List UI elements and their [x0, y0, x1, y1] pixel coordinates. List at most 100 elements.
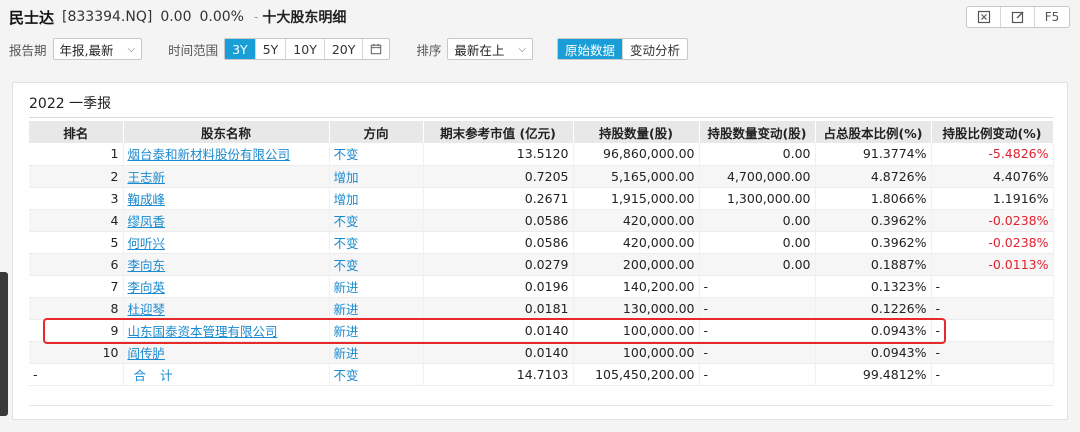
holder-name-link[interactable]: 烟台泰和新材料股份有限公司	[128, 147, 291, 162]
market-value-cell: 0.0140	[423, 341, 574, 364]
ratio-change-cell: -	[931, 275, 1054, 298]
holder-name-cell: 合计	[123, 363, 330, 386]
direction-cell: 增加	[329, 187, 424, 210]
report-period-value: 年报,最新	[59, 42, 114, 58]
holder-name-link[interactable]: 鞠成峰	[128, 192, 166, 207]
rank-cell: -	[29, 363, 124, 386]
report-period-label: 报告期	[9, 42, 47, 58]
table-row[interactable]: 6 李向东 不变 0.0279 200,000.00 0.00 0.1887% -0.0113…	[29, 253, 1054, 276]
rank-cell: 2	[29, 165, 124, 188]
ratio-change-cell: -	[931, 319, 1054, 342]
ratio-cell: 0.1226%	[815, 297, 932, 320]
calendar-icon[interactable]	[363, 39, 389, 59]
rank-cell: 3	[29, 187, 124, 210]
rank-cell: 6	[29, 253, 124, 276]
filter-bar: 报告期 年报,最新 ⌵ 时间范围 3Y 5Y 10Y 20Y 排序 最新在上 ⌵…	[0, 36, 1080, 62]
market-value-cell: 0.0181	[423, 297, 574, 320]
ratio-cell: 1.8066%	[815, 187, 932, 210]
market-value-cell: 0.0586	[423, 209, 574, 232]
section-title: 2022 一季报	[29, 96, 112, 112]
tab-change-analysis[interactable]: 变动分析	[623, 39, 687, 59]
col-header-market-value[interactable]: 期末参考市值 (亿元)	[423, 121, 574, 143]
time-range-5y[interactable]: 5Y	[256, 39, 287, 59]
edit-icon[interactable]	[1001, 7, 1035, 27]
col-header-share-change[interactable]: 持股数量变动(股)	[699, 121, 816, 143]
table-row[interactable]: 4 缪凤香 不变 0.0586 420,000.00 0.00 0.3962% -0.0238…	[29, 209, 1054, 232]
ratio-cell: 0.1323%	[815, 275, 932, 298]
ratio-cell: 91.3774%	[815, 143, 932, 166]
col-header-shares[interactable]: 持股数量(股)	[573, 121, 700, 143]
table-row[interactable]: 2 王志新 增加 0.7205 5,165,000.00 4,700,000.00 4.87…	[29, 165, 1054, 188]
holder-name-link[interactable]: 李向东	[128, 258, 166, 273]
market-value-cell: 0.7205	[423, 165, 574, 188]
market-value-cell: 0.0196	[423, 275, 574, 298]
time-range-20y[interactable]: 20Y	[325, 39, 364, 59]
sort-select[interactable]: 最新在上 ⌵	[447, 38, 534, 60]
ratio-change-cell: -0.0238%	[931, 231, 1054, 254]
rank-cell: 10	[29, 341, 124, 364]
f5-refresh-button[interactable]: F5	[1035, 7, 1069, 27]
holder-name-cell: 鞠成峰	[123, 187, 330, 210]
holders-table: 排名 股东名称 方向 期末参考市值 (亿元) 持股数量(股) 持股数量变动(股)…	[29, 121, 1054, 386]
rank-cell: 1	[29, 143, 124, 166]
ratio-cell: 0.1887%	[815, 253, 932, 276]
report-period-select[interactable]: 年报,最新 ⌵	[52, 38, 143, 60]
shares-cell: 100,000.00	[573, 341, 700, 364]
holder-name-cell: 李向英	[123, 275, 330, 298]
table-bottom-divider	[29, 405, 1053, 406]
data-mode-group: 原始数据 变动分析	[557, 38, 689, 60]
shares-cell: 96,860,000.00	[573, 143, 700, 166]
ratio-change-cell: -	[931, 363, 1054, 386]
col-header-ratio-change[interactable]: 持股比例变动(%)	[931, 121, 1054, 143]
holder-name-link[interactable]: 阎传胪	[128, 346, 166, 361]
toolbar: F5	[966, 6, 1070, 28]
share-change-cell: -	[699, 275, 816, 298]
ratio-change-cell: -0.0113%	[931, 253, 1054, 276]
holder-name-link[interactable]: 李向英	[128, 280, 166, 295]
ratio-change-cell: -	[931, 341, 1054, 364]
direction-cell: 新进	[329, 275, 424, 298]
holder-name-link[interactable]: 王志新	[128, 170, 166, 185]
time-range-label: 时间范围	[168, 42, 219, 58]
direction-cell: 不变	[329, 209, 424, 232]
table-row[interactable]: 8 杜迎琴 新进 0.0181 130,000.00-0.1226% -	[29, 297, 1054, 320]
col-header-holder-name[interactable]: 股东名称	[123, 121, 330, 143]
shares-cell: 420,000.00	[573, 231, 700, 254]
holder-name-link[interactable]: 缪凤香	[128, 214, 166, 229]
ratio-change-cell: -0.0238%	[931, 209, 1054, 232]
table-row[interactable]: 1 烟台泰和新材料股份有限公司 不变 13.5120 96,860,000.00 0.00…	[29, 143, 1054, 166]
holder-name-link[interactable]: 何听兴	[128, 236, 166, 251]
shares-cell: 105,450,200.00	[573, 363, 700, 386]
tab-raw-data[interactable]: 原始数据	[558, 39, 624, 59]
export-icon[interactable]	[967, 7, 1001, 27]
share-change-cell: 4,700,000.00	[699, 165, 816, 188]
share-change-cell: 0.00	[699, 143, 816, 166]
col-header-ratio[interactable]: 占总股本比例(%)	[815, 121, 932, 143]
col-header-rank[interactable]: 排名	[29, 121, 124, 143]
direction-cell: 新进	[329, 297, 424, 320]
table-row[interactable]: 3 鞠成峰 增加 0.2671 1,915,000.00 1,300,000.00 1.80…	[29, 187, 1054, 210]
table-total-row[interactable]: - 合计 不变 14.7103 105,450,200.00-99.4812% -	[29, 363, 1054, 386]
time-range-3y[interactable]: 3Y	[225, 39, 256, 59]
section-divider	[29, 117, 1053, 118]
shares-cell: 200,000.00	[573, 253, 700, 276]
shares-cell: 5,165,000.00	[573, 165, 700, 188]
ratio-cell: 4.8726%	[815, 165, 932, 188]
table-header-row: 排名 股东名称 方向 期末参考市值 (亿元) 持股数量(股) 持股数量变动(股)…	[29, 121, 1054, 143]
stock-code: [833394.NQ]	[62, 9, 153, 25]
total-label: 合计	[133, 367, 187, 383]
col-header-direction[interactable]: 方向	[329, 121, 424, 143]
table-row[interactable]: 7 李向英 新进 0.0196 140,200.00-0.1323% -	[29, 275, 1054, 298]
ratio-change-cell: -	[931, 297, 1054, 320]
table-row[interactable]: 10 阎传胪 新进 0.0140 100,000.00-0.0943% -	[29, 341, 1054, 364]
table-row[interactable]: 5 何听兴 不变 0.0586 420,000.00 0.00 0.3962% -0.0238…	[29, 231, 1054, 254]
ratio-cell: 0.0943%	[815, 341, 932, 364]
holder-name-link[interactable]: 杜迎琴	[128, 302, 166, 317]
share-change-cell: 1,300,000.00	[699, 187, 816, 210]
share-change-cell: -	[699, 363, 816, 386]
highlight-box	[43, 318, 946, 344]
stock-price: 0.00	[160, 9, 192, 25]
holder-name-cell: 王志新	[123, 165, 330, 188]
time-range-10y[interactable]: 10Y	[286, 39, 325, 59]
ratio-cell: 99.4812%	[815, 363, 932, 386]
